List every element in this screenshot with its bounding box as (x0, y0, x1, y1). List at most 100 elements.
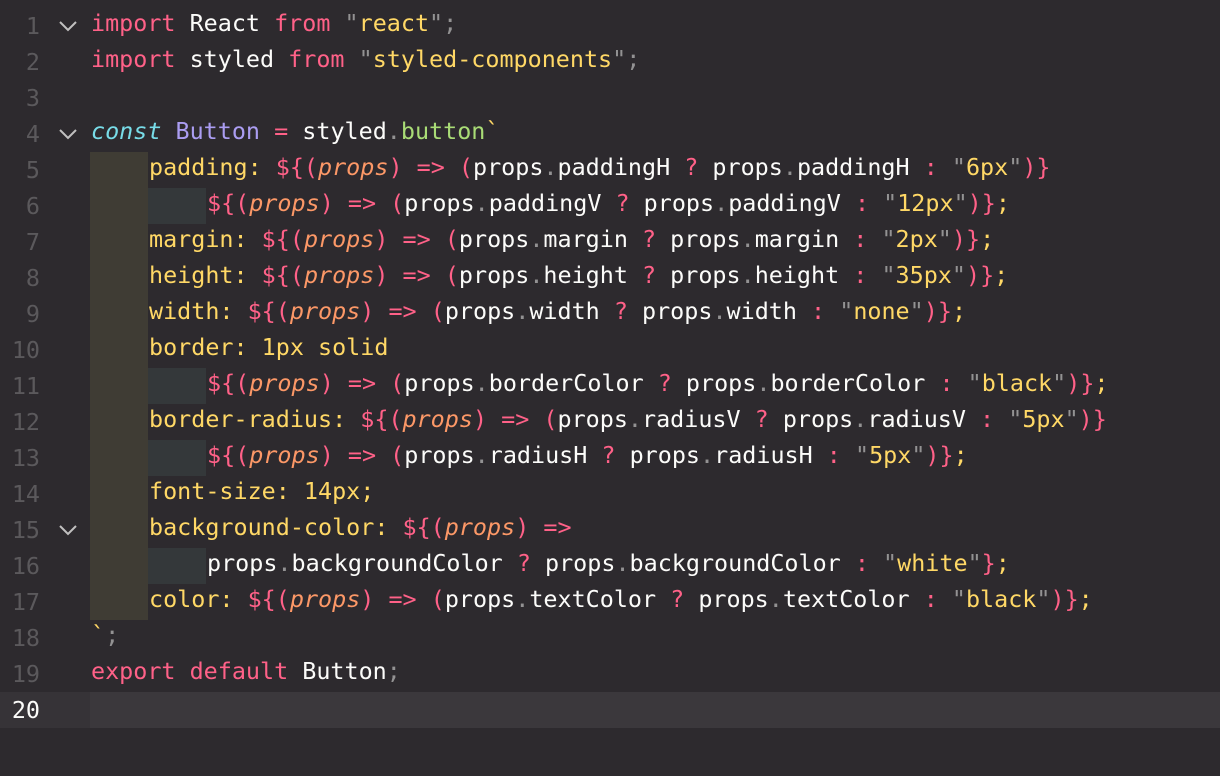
code-token: props (444, 297, 516, 325)
code-line[interactable]: 13 ${(props) => (props.radiusH ? props.ra… (0, 440, 1220, 476)
code-line[interactable]: 5 padding: ${(props) => (props.paddingH ?… (0, 152, 1220, 188)
code-line[interactable]: 3 (0, 80, 1220, 116)
code-text-area[interactable]: font-size: 14px; (90, 476, 1220, 512)
chevron-down-icon[interactable] (55, 8, 81, 44)
code-token: paddingH (557, 153, 685, 181)
code-line[interactable]: 19 export default Button; (0, 656, 1220, 692)
code-tokens: font-size: 14px; (149, 473, 374, 509)
line-number: 9 (25, 300, 40, 328)
code-text-area[interactable]: ${(props) => (props.paddingV ? props.pad… (90, 188, 1220, 224)
code-token: margin (754, 225, 854, 253)
code-token: React (175, 9, 275, 37)
code-tokens: margin: ${(props) => (props.margin ? pro… (149, 221, 994, 257)
code-token: ` (91, 621, 106, 649)
code-token: ? (657, 369, 672, 397)
code-editor[interactable]: 1 import React from "react"; 2 import style… (0, 0, 1220, 776)
code-line[interactable]: 1 import React from "react"; (0, 8, 1220, 44)
code-token: width (529, 297, 614, 325)
code-line[interactable]: 14 font-size: 14px; (0, 476, 1220, 512)
code-tokens: export default Button; (91, 653, 401, 689)
code-text-area[interactable]: props.backgroundColor ? props.background… (90, 548, 1220, 584)
code-text-area[interactable]: ${(props) => (props.radiusH ? props.radi… (90, 440, 1220, 476)
code-token: } (1036, 153, 1051, 181)
code-text-area[interactable]: export default Button; (90, 656, 1220, 692)
code-token: props (768, 405, 854, 433)
code-token: ) (967, 189, 982, 217)
code-token: export (91, 657, 176, 685)
code-line[interactable]: 15 background-color: ${(props) => (0, 512, 1220, 548)
code-token: " (358, 45, 373, 73)
code-tokens: import styled from "styled-components"; (91, 41, 640, 77)
code-text-area[interactable]: import styled from "styled-components"; (90, 44, 1220, 80)
code-token: props (303, 225, 375, 253)
code-token: : (854, 549, 869, 577)
code-token: " (854, 441, 870, 469)
code-token: props (629, 189, 715, 217)
code-token: " (937, 225, 952, 253)
code-token: . (529, 261, 544, 289)
code-line[interactable]: 11 ${(props) => (props.borderColor ? prop… (0, 368, 1220, 404)
line-number: 18 (11, 624, 40, 652)
code-token: props (402, 405, 473, 433)
code-line[interactable]: 10 border: 1px solid (0, 332, 1220, 368)
code-line[interactable]: 6 ${(props) => (props.paddingV ? props.pa… (0, 188, 1220, 224)
code-token: props (249, 441, 320, 469)
code-token: : (219, 585, 248, 613)
code-text-area[interactable]: ${(props) => (props.borderColor ? props.… (90, 368, 1220, 404)
code-text-area[interactable]: width: ${(props) => (props.width ? props… (90, 296, 1220, 332)
code-token: ( (444, 261, 459, 289)
code-line[interactable]: 2 import styled from "styled-components"; (0, 44, 1220, 80)
indent-guide (90, 260, 148, 296)
code-text-area[interactable]: `; (90, 620, 1220, 656)
code-line[interactable]: 4 const Button = styled.button` (0, 116, 1220, 152)
code-line[interactable]: 16 props.backgroundColor ? props.backgrou… (0, 548, 1220, 584)
indent-guide (90, 512, 148, 548)
code-line[interactable]: 12 border-radius: ${(props) => (props.rad… (0, 404, 1220, 440)
code-text-area[interactable]: border: 1px solid (90, 332, 1220, 368)
code-token: ( (430, 585, 445, 613)
code-text-area[interactable]: background-color: ${(props) => (90, 512, 1220, 548)
code-token: . (277, 549, 292, 577)
code-token: const (91, 117, 162, 145)
code-line[interactable]: 7 margin: ${(props) => (props.margin ? pr… (0, 224, 1220, 260)
code-token: ( (275, 585, 290, 613)
code-text-area[interactable]: padding: ${(props) => (props.paddingH ? … (90, 152, 1220, 188)
code-text-area[interactable]: height: ${(props) => (props.height ? pro… (90, 260, 1220, 296)
code-text-area[interactable]: color: ${(props) => (props.textColor ? p… (90, 584, 1220, 620)
code-text-area[interactable] (90, 80, 1220, 116)
chevron-down-icon[interactable] (55, 116, 81, 152)
indent-guide (90, 368, 148, 404)
code-token: ( (388, 405, 403, 433)
code-token: ( (430, 297, 445, 325)
code-token: ( (275, 297, 290, 325)
code-line[interactable]: 9 width: ${(props) => (props.width ? prop… (0, 296, 1220, 332)
code-token: black (965, 585, 1037, 613)
code-token: height (149, 261, 234, 289)
line-number: 20 (11, 696, 40, 724)
code-text-area[interactable] (90, 692, 1220, 728)
code-text-area[interactable]: margin: ${(props) => (props.margin ? pro… (90, 224, 1220, 260)
code-token: props (671, 369, 757, 397)
code-token: . (474, 369, 489, 397)
code-token: props (289, 585, 361, 613)
code-line[interactable]: 17 color: ${(props) => (props.textColor ?… (0, 584, 1220, 620)
code-token: } (981, 189, 996, 217)
code-token: ( (444, 225, 459, 253)
code-text-area[interactable]: border-radius: ${(props) => (props.radiu… (90, 404, 1220, 440)
code-token: ) (925, 441, 940, 469)
code-token: ) (472, 405, 488, 433)
code-line[interactable]: 20 (0, 692, 1220, 728)
chevron-down-icon[interactable] (55, 512, 81, 548)
code-line[interactable]: 8 height: ${(props) => (props.height ? pr… (0, 260, 1220, 296)
code-text-area[interactable]: import React from "react"; (90, 8, 1220, 44)
code-text-area[interactable]: const Button = styled.button` (90, 116, 1220, 152)
code-token: borderColor (488, 369, 658, 397)
code-token: ; (980, 225, 995, 253)
code-token: => (402, 261, 431, 289)
code-line[interactable]: 18 `; (0, 620, 1220, 656)
